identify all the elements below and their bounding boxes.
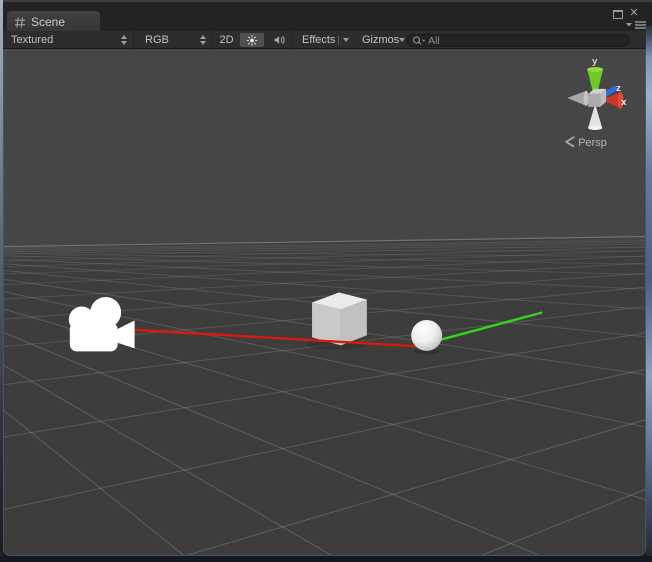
dropdown-menu-icon [626,21,646,29]
audio-toggle-button[interactable] [267,31,293,49]
panel-menu-button[interactable] [624,19,648,31]
window-edge-left [0,0,3,562]
channel-label: RGB [145,34,169,46]
scene-toolbar: Textured RGB 2D Effects Gizmos All [0,31,652,49]
window-edge-bottom [0,556,652,562]
2d-toggle-button[interactable]: 2D [214,31,239,49]
grid-icon [15,16,25,28]
window-edge-right[interactable] [646,26,652,556]
effects-label: Effects [302,34,336,46]
y-axis-label: y [592,56,598,67]
sun-icon [246,34,258,46]
gizmos-label: Gizmos [362,34,400,46]
updown-arrows-icon [121,35,127,45]
chevron-down-icon [399,38,406,42]
tab-label: Scene [31,15,66,29]
scene-viewport[interactable]: y z x Persp [3,49,646,556]
gizmos-dropdown[interactable]: Gizmos [357,31,407,49]
speaker-icon [274,35,285,45]
color-channel-dropdown[interactable]: RGB [139,31,213,49]
projection-label: Persp [578,137,607,149]
2d-label: 2D [219,34,234,46]
render-mode-label: Textured [11,34,54,46]
gizmo-search-field[interactable]: All [406,34,630,47]
effects-dropdown[interactable]: Effects [297,31,354,49]
panel-titlebar: Scene ✕ [0,0,652,33]
search-icon [412,35,426,45]
maximize-button[interactable] [612,8,624,20]
tab-scene[interactable]: Scene [7,11,100,33]
lighting-toggle-button[interactable] [240,33,264,47]
render-mode-dropdown[interactable]: Textured [5,31,134,49]
separator [338,35,339,45]
x-axis-label: x [621,97,627,108]
updown-arrows-icon [200,35,206,45]
maximize-icon [613,9,623,19]
z-axis-label: z [616,83,621,94]
chevron-down-icon [343,38,349,42]
search-value: All [428,34,440,47]
